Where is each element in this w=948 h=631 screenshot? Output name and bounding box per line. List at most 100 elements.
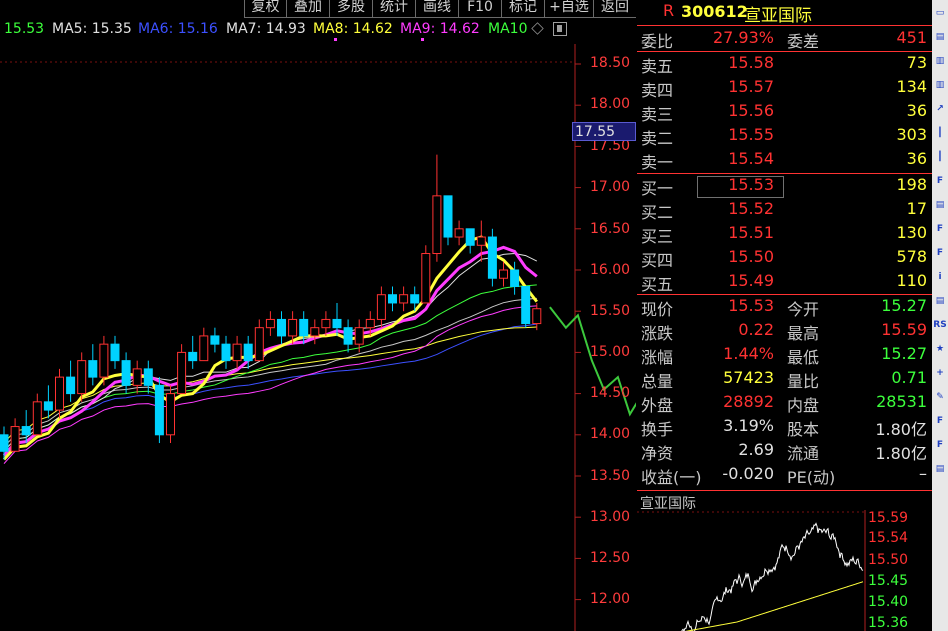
toolbar-mark-button[interactable]: 标记 xyxy=(501,0,544,18)
line-chart-icon[interactable]: ↗ xyxy=(933,100,947,118)
ma-legend-ma6: MA6: 15.16 xyxy=(138,21,218,37)
stat-value: 15.53 xyxy=(728,296,774,315)
stat-value: 15.59 xyxy=(881,320,927,339)
ma-legend-diamond-icon[interactable] xyxy=(531,22,544,35)
chart-icon[interactable]: ▤ xyxy=(933,460,947,478)
candle-body xyxy=(421,253,431,304)
intraday-mini-chart[interactable]: 宣亚国际 15.59 15.54 15.50 15.45 15.40 15.36 xyxy=(637,492,932,631)
weicha-value: 451 xyxy=(896,28,927,47)
candle-body xyxy=(332,318,342,329)
ma-line xyxy=(3,253,538,452)
webi-value: 27.93% xyxy=(712,28,774,47)
candle-body xyxy=(77,360,87,395)
stat-value: 1.44% xyxy=(723,344,774,363)
candle-body xyxy=(121,360,131,386)
candle-body xyxy=(99,343,109,378)
kline-chart-svg[interactable] xyxy=(0,44,636,631)
stat-value: 1.80亿 xyxy=(875,444,927,463)
bar-chart-icon[interactable]: ▥ xyxy=(933,52,947,70)
toolbar-back-button[interactable]: 返回 xyxy=(593,0,636,18)
price-axis-label: 17.00 xyxy=(590,179,631,195)
f10-icon[interactable]: F xyxy=(933,220,947,238)
ask-row[interactable]: 卖五 15.58 73 xyxy=(637,53,932,76)
candle-body xyxy=(154,384,164,436)
candle-body xyxy=(265,318,275,329)
order-volume: 134 xyxy=(896,77,927,96)
toolbar-multi-stock-button[interactable]: 多股 xyxy=(329,0,372,18)
candle-body xyxy=(188,351,198,362)
candle-body xyxy=(10,426,20,452)
bid-row[interactable]: 买一 15.53 198 xyxy=(637,175,932,198)
stat-label: 外盘 xyxy=(641,396,674,415)
ask-row[interactable]: 卖三 15.56 36 xyxy=(637,101,932,124)
ask-row[interactable]: 卖二 15.55 303 xyxy=(637,125,932,148)
info-icon[interactable]: i xyxy=(933,268,947,286)
mini-axis-label: 15.50 xyxy=(868,552,909,568)
f10-icon[interactable]: F xyxy=(933,412,947,430)
chart-icon[interactable]: ▤ xyxy=(933,28,947,46)
stat-value: -0.020 xyxy=(722,464,774,483)
intraday-price-line xyxy=(681,522,864,631)
toolbar-statistics-button[interactable]: 统计 xyxy=(372,0,415,18)
bid-row[interactable]: 买五 15.49 110 xyxy=(637,271,932,294)
document-icon[interactable]: ▭ xyxy=(933,4,947,22)
order-price: 15.51 xyxy=(728,223,774,242)
stock-code: 300612 xyxy=(681,2,748,21)
toolbar-draw-line-button[interactable]: 画线 xyxy=(415,0,458,18)
ma-legend-toggle-icon[interactable] xyxy=(553,22,567,36)
price-axis-label: 12.00 xyxy=(590,591,631,607)
order-price: 15.50 xyxy=(728,247,774,266)
ask-row[interactable]: 卖四 15.57 134 xyxy=(637,77,932,100)
stat-value: 2.69 xyxy=(738,440,774,459)
stat-row: 涨跌 0.22 最高 15.59 xyxy=(637,320,932,343)
order-level-label: 卖一 xyxy=(641,153,674,172)
f10-icon[interactable]: F xyxy=(933,244,947,262)
bid-row[interactable]: 买二 15.52 17 xyxy=(637,199,932,222)
order-level-label: 卖三 xyxy=(641,105,674,124)
candle-body xyxy=(454,228,464,238)
chart-icon[interactable]: ▤ xyxy=(933,292,947,310)
toolbar-f10-button[interactable]: F10 xyxy=(458,0,501,18)
order-volume: 578 xyxy=(896,247,927,266)
f10-icon[interactable]: F xyxy=(933,172,947,190)
toolbar-add-watchlist-button[interactable]: +自选 xyxy=(544,0,593,18)
stock-name: 宣亚国际 xyxy=(744,6,812,26)
candle-body xyxy=(521,285,531,325)
stat-label: 收益(一) xyxy=(641,468,702,487)
stat-row: 总量 57423 量比 0.71 xyxy=(637,368,932,391)
order-level-label: 卖四 xyxy=(641,81,674,100)
candle-body xyxy=(32,401,42,436)
chart-icon[interactable]: ▤ xyxy=(933,196,947,214)
candle-body xyxy=(376,294,386,320)
f10-icon[interactable]: F xyxy=(933,436,947,454)
stat-value: 1.80亿 xyxy=(875,420,927,439)
kline-chart[interactable]: 18.50 18.00 17.50 17.00 16.50 16.00 15.5… xyxy=(0,44,636,631)
toolbar-overlay-button[interactable]: 叠加 xyxy=(286,0,329,18)
bar-chart-icon[interactable]: ▥ xyxy=(933,76,947,94)
candle-body xyxy=(532,308,542,325)
candle-chart-icon[interactable]: ┃ xyxy=(933,124,947,142)
ma-legend-ma9: MA9: 14.62 xyxy=(400,21,480,37)
candle-body xyxy=(88,360,98,378)
stat-label: 净资 xyxy=(641,444,674,463)
plus-icon[interactable]: + xyxy=(933,364,947,382)
stock-header: R 300612 宣亚国际 xyxy=(637,0,932,26)
price-axis-label: 18.00 xyxy=(590,96,631,112)
ma-legend-ma10: MA10 xyxy=(488,21,528,37)
order-price: 15.55 xyxy=(728,125,774,144)
ma-legend-ma8: MA8: 14.62 xyxy=(313,21,393,37)
candle-body xyxy=(321,318,331,329)
candle-chart-icon[interactable]: ┃ xyxy=(933,148,947,166)
toolbar-restore-rights-button[interactable]: 复权 xyxy=(244,0,286,18)
rss-icon[interactable]: RS xyxy=(933,316,947,334)
stat-label: 流通 xyxy=(787,444,820,463)
ask-row[interactable]: 卖一 15.54 36 xyxy=(637,149,932,172)
ma-legend-ma7: MA7: 14.93 xyxy=(226,21,306,37)
bid-row[interactable]: 买三 15.51 130 xyxy=(637,223,932,246)
order-level-label: 买二 xyxy=(641,203,674,222)
candle-body xyxy=(21,426,31,436)
crosshair-price-label: 17.55 xyxy=(572,122,636,141)
bid-row[interactable]: 买四 15.50 578 xyxy=(637,247,932,270)
pencil-icon[interactable]: ✎ xyxy=(933,388,947,406)
star-icon[interactable]: ★ xyxy=(933,340,947,358)
